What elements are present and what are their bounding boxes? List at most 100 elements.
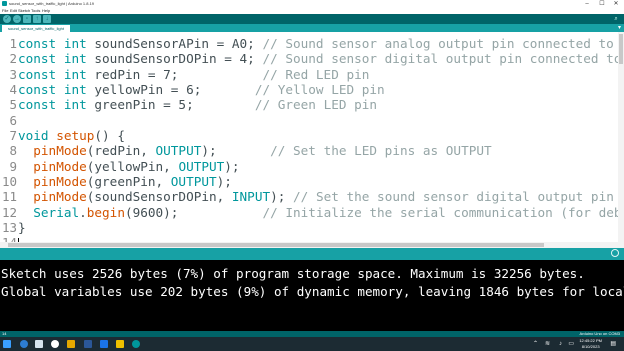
magnifier-icon[interactable]: ⌕: [612, 15, 620, 23]
edge-browser-icon[interactable]: [20, 340, 28, 348]
word-icon[interactable]: [84, 340, 92, 348]
line-number: 2: [9, 51, 17, 67]
verify-icon[interactable]: ✓: [3, 15, 11, 23]
code-keyword: OUTPUT: [178, 158, 225, 174]
code-text: (redPin,: [86, 143, 156, 159]
open-icon[interactable]: ↑: [33, 15, 41, 23]
code-function: pinMode: [33, 143, 87, 159]
code-text: );: [270, 189, 294, 205]
taskbar-clock[interactable]: 12:45:22 PM 8/10/2023: [579, 338, 602, 350]
code-keyword: int: [63, 51, 87, 67]
save-icon[interactable]: ↓: [43, 15, 51, 23]
code-text: redPin = 7;: [86, 66, 263, 82]
code-line[interactable]: const int soundSensorDOPin = 4; // Sound…: [18, 51, 624, 66]
line-number: 11: [1, 189, 17, 205]
status-divider: [0, 248, 624, 260]
status-indicator-icon: [611, 249, 619, 257]
code-editor[interactable]: 1234567891011121314 const int soundSenso…: [0, 32, 624, 248]
line-number: 7: [9, 128, 17, 144]
minimize-button[interactable]: –: [580, 0, 594, 8]
horizontal-scroll-thumb[interactable]: [8, 243, 544, 247]
code-comment: // Sound sensor digital output pin conne…: [262, 51, 622, 67]
code-line[interactable]: pinMode(redPin, OUTPUT); // Set the LED …: [18, 143, 624, 158]
code-keyword: Serial: [33, 204, 80, 220]
vertical-scrollbar[interactable]: [618, 32, 624, 248]
code-line[interactable]: pinMode(soundSensorDOPin, INPUT); // Set…: [18, 189, 624, 204]
battery-icon[interactable]: ▭: [568, 340, 574, 348]
chrome-icon[interactable]: [51, 340, 59, 348]
code-keyword: void: [18, 128, 49, 144]
tab-sketch[interactable]: sound_sensor_with_traffic_light: [2, 25, 70, 32]
close-button[interactable]: ✕: [609, 0, 623, 8]
maximize-button[interactable]: ☐: [595, 0, 609, 8]
code-text: yellowPin = 6;: [86, 82, 255, 98]
file-explorer-icon[interactable]: [67, 340, 75, 348]
console-line: Sketch uses 2526 bytes (7%) of program s…: [1, 266, 585, 281]
volume-icon[interactable]: ♪: [559, 340, 562, 348]
vertical-scroll-thumb[interactable]: [619, 34, 623, 64]
code-comment: // Initialize the serial communication (…: [262, 204, 624, 220]
code-function: begin: [86, 204, 125, 220]
line-number: 1: [9, 36, 17, 51]
mail-icon[interactable]: [100, 340, 108, 348]
code-keyword: int: [63, 97, 87, 113]
tab-menu-icon[interactable]: ▾: [618, 24, 621, 32]
code-area[interactable]: const int soundSensorAPin = A0; // Sound…: [18, 36, 624, 248]
code-line[interactable]: const int yellowPin = 6; // Yellow LED p…: [18, 82, 624, 97]
code-text: (9600);: [124, 204, 263, 220]
notification-icon[interactable]: ▤: [610, 340, 616, 348]
code-line[interactable]: const int redPin = 7; // Red LED pin: [18, 67, 624, 82]
line-number: 4: [9, 82, 17, 98]
code-line[interactable]: const int soundSensorAPin = A0; // Sound…: [18, 36, 624, 51]
taskbar: ⌃ ≋ ♪ ▭ 12:45:22 PM 8/10/2023 ▤: [0, 337, 624, 351]
clock-date: 8/10/2023: [581, 344, 600, 349]
new-icon[interactable]: ▫: [23, 15, 31, 23]
code-line[interactable]: Serial.begin(9600); // Initialize the se…: [18, 205, 624, 220]
code-line[interactable]: pinMode(yellowPin, OUTPUT);: [18, 159, 624, 174]
line-number: 5: [9, 97, 17, 113]
upload-icon[interactable]: →: [13, 15, 21, 23]
line-number: 13: [1, 220, 17, 236]
line-number: 3: [9, 66, 17, 82]
code-text: (soundSensorDOPin,: [86, 189, 232, 205]
code-line[interactable]: void setup() {: [18, 128, 624, 143]
notes-icon[interactable]: [116, 340, 124, 348]
network-icon[interactable]: ≋: [545, 340, 550, 348]
code-keyword: OUTPUT: [170, 174, 217, 190]
code-text: );: [216, 174, 232, 190]
code-line[interactable]: pinMode(greenPin, OUTPUT);: [18, 174, 624, 189]
code-text: soundSensorAPin = A0;: [86, 36, 263, 51]
code-text: (yellowPin,: [86, 158, 179, 174]
code-line[interactable]: }: [18, 220, 624, 235]
code-text: }: [18, 220, 26, 236]
arduino-taskbar-icon[interactable]: [132, 340, 140, 348]
code-function: pinMode: [33, 174, 87, 190]
task-view-icon[interactable]: [35, 340, 43, 348]
code-keyword: INPUT: [231, 189, 271, 205]
code-keyword: int: [63, 66, 87, 82]
tray-chevron-icon[interactable]: ⌃: [533, 340, 538, 348]
code-text: () {: [94, 128, 125, 144]
code-line[interactable]: [18, 113, 624, 128]
code-keyword: const: [18, 97, 57, 113]
code-keyword: const: [18, 66, 57, 82]
window-title: sound_sensor_with_traffic_light | Arduin…: [9, 1, 95, 6]
start-menu-icon[interactable]: [3, 340, 11, 348]
code-comment: // Set the sound sensor digital output p…: [293, 189, 624, 205]
line-number-gutter: 1234567891011121314: [0, 36, 18, 248]
code-keyword: int: [63, 82, 87, 98]
title-bar: sound_sensor_with_traffic_light | Arduin…: [0, 0, 624, 8]
code-text: (greenPin,: [86, 174, 171, 190]
code-line[interactable]: const int greenPin = 5; // Green LED pin: [18, 97, 624, 112]
line-number: 6: [9, 112, 17, 128]
code-comment: // Yellow LED pin: [254, 82, 385, 98]
code-text: );: [224, 158, 240, 174]
code-comment: // Set the LED pins as OUTPUT: [270, 143, 492, 159]
